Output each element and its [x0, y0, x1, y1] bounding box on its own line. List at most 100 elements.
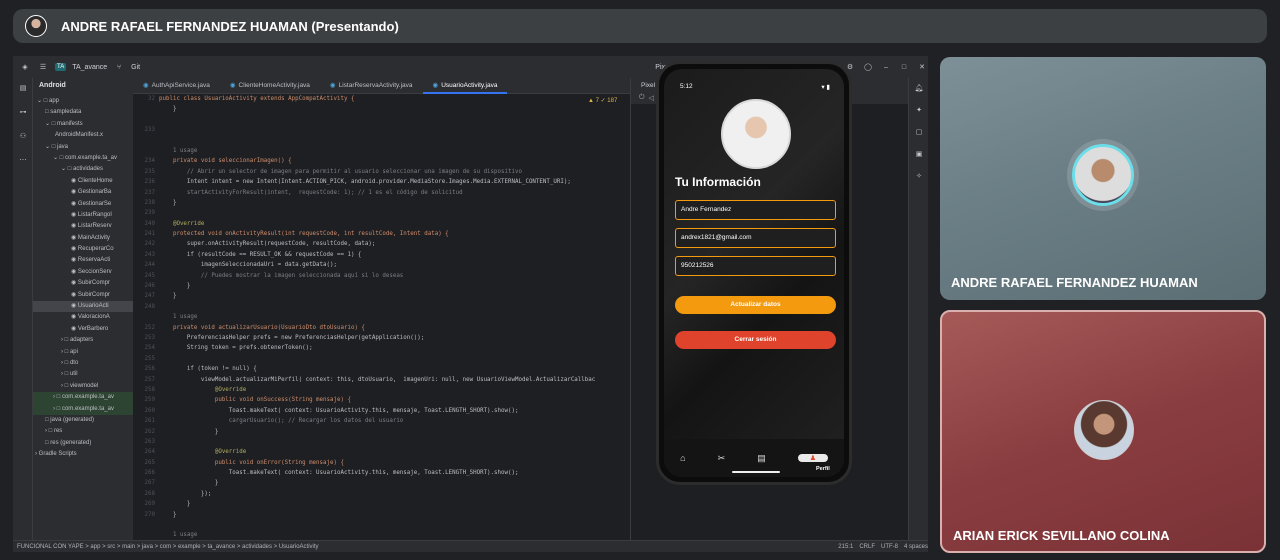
line-number: 241	[144, 231, 155, 238]
file-encoding[interactable]: UTF-8	[881, 544, 898, 550]
battery-icon: ▾ ▮	[821, 84, 830, 91]
tree-item[interactable]: ⌄ □ app	[33, 96, 133, 107]
code-line: 269 }	[133, 499, 630, 509]
code-text: @Override	[159, 386, 247, 393]
line-number	[133, 530, 159, 540]
main-menu-icon[interactable]: ☰	[37, 61, 49, 73]
line-number: 260	[144, 407, 155, 414]
code-line: 242 super.onActivityResult(requestCode, …	[133, 239, 630, 249]
code-text: private void actualizarUsuario(UsuarioDt…	[159, 324, 365, 331]
maximize-icon[interactable]: □	[898, 61, 910, 73]
more-tools-icon[interactable]: ⋯	[17, 154, 29, 166]
project-tool-icon[interactable]: ▤	[17, 82, 29, 94]
tree-item[interactable]: › □ adapters	[33, 335, 133, 346]
tree-item[interactable]: ⌄ □ actividades	[33, 164, 133, 175]
android-icon[interactable]: ◈	[19, 61, 31, 73]
code-text: }	[159, 199, 177, 206]
code-text: if (token != null) {	[159, 366, 257, 373]
tree-item[interactable]: ◉ ListarRangoI	[33, 210, 133, 221]
commit-icon[interactable]: ⊶	[17, 106, 29, 118]
tree-item[interactable]: › □ viewmodel	[33, 381, 133, 392]
assistant-icon[interactable]: ✧	[913, 170, 925, 182]
presenter-title: ANDRE RAFAEL FERNANDEZ HUAMAN (Presentan…	[61, 18, 399, 34]
tree-item[interactable]: › □ api	[33, 347, 133, 358]
participant-tile[interactable]: ARIAN ERICK SEVILLANO COLINA	[940, 310, 1266, 553]
device-manager-icon[interactable]: ▢	[913, 126, 925, 138]
tree-item[interactable]: □ sampledata	[33, 107, 133, 118]
nav-home-icon[interactable]: ⌂	[680, 453, 685, 463]
volume-up-icon[interactable]: ◁	[649, 94, 654, 102]
code-line: 243 if (resultCode == RESULT_OK && reque…	[133, 250, 630, 260]
tree-item[interactable]: › Gradle Scripts	[33, 449, 133, 460]
tree-item[interactable]: ◉ SubirCompr	[33, 278, 133, 289]
breadcrumb[interactable]: FUNCIONAL CON YAPE > app > src > main > …	[17, 544, 319, 550]
code-line: 265 public void onError(String mensaje) …	[133, 458, 630, 468]
line-separator[interactable]: CRLF	[859, 544, 875, 550]
tree-item[interactable]: ◉ GestionarSe	[33, 199, 133, 210]
tree-item[interactable]: ⌄ □ com.example.ta_av	[33, 153, 133, 164]
account-icon[interactable]: ◯	[862, 61, 874, 73]
structure-icon[interactable]: ⚇	[17, 130, 29, 142]
tree-item[interactable]: › □ util	[33, 369, 133, 380]
tree-item[interactable]: ◉ UsuarioActi	[33, 301, 133, 313]
update-button[interactable]: Actualizar datos	[675, 296, 836, 314]
code-line: 248	[133, 302, 630, 312]
profile-photo[interactable]	[721, 99, 791, 169]
tree-item[interactable]: AndroidManifest.x	[33, 130, 133, 141]
gemini-icon[interactable]: ✦	[913, 104, 925, 116]
participant-tile[interactable]: ANDRE RAFAEL FERNANDEZ HUAMAN	[940, 57, 1266, 300]
logout-button[interactable]: Cerrar sesión	[675, 331, 836, 349]
nav-profile-icon[interactable]: ♟	[797, 454, 828, 462]
line-number	[133, 520, 159, 530]
code-line: 263	[133, 437, 630, 447]
tree-item[interactable]: ◉ GestionarBa	[33, 187, 133, 198]
nav-profile-label[interactable]: Perfil	[816, 466, 830, 472]
tree-item[interactable]: ⌄ □ manifests	[33, 119, 133, 130]
tree-item[interactable]: › □ res	[33, 426, 133, 437]
editor-tab[interactable]: ◉ ListarReservaActivity.java	[320, 78, 423, 94]
cursor-position[interactable]: 215:1	[838, 544, 853, 550]
code-editor[interactable]: 32 public class UsuarioActivity extends A…	[133, 94, 630, 540]
tree-item[interactable]: □ res (generated)	[33, 438, 133, 449]
tree-item[interactable]: ◉ SubirCompr	[33, 290, 133, 301]
vcs-widget[interactable]: Git	[131, 64, 140, 71]
code-line: 261 cargarUsuario(); // Recargar los dat…	[133, 416, 630, 426]
tree-item[interactable]: ⌄ □ java	[33, 142, 133, 153]
tree-item[interactable]: ◉ ClienteHome	[33, 176, 133, 187]
line-number: 238	[144, 199, 155, 206]
power-icon[interactable]: ⏻	[639, 94, 645, 102]
tree-item[interactable]: › □ dto	[33, 358, 133, 369]
close-icon[interactable]: ✕	[916, 61, 928, 73]
tree-item[interactable]: ◉ ValoracionA	[33, 312, 133, 323]
nav-bookings-icon[interactable]: ▤	[757, 453, 766, 464]
notifications-icon[interactable]: 🔔︎	[913, 82, 925, 94]
tree-item[interactable]: › □ com.example.ta_av	[33, 403, 133, 415]
code-line: 239	[133, 208, 630, 218]
project-name[interactable]: TA_avance	[72, 64, 107, 71]
name-field[interactable]: Andre Fernandez	[675, 200, 836, 220]
tree-item[interactable]: › □ com.example.ta_av	[33, 392, 133, 404]
nav-services-icon[interactable]: ✂	[718, 453, 726, 464]
tree-item[interactable]: ◉ RecuperarCo	[33, 244, 133, 255]
project-view-label[interactable]: Android	[33, 82, 133, 96]
tree-item[interactable]: □ java (generated)	[33, 415, 133, 426]
phone-field[interactable]: 950212526	[675, 256, 836, 276]
line-number: 270	[144, 511, 155, 518]
indent-setting[interactable]: 4 spaces	[904, 544, 928, 550]
editor-tab-label: AuthApiService.java	[151, 81, 210, 89]
code-line: 1 usage	[133, 146, 630, 156]
inspection-summary[interactable]: ▲ 7 ✓ 187	[588, 97, 617, 104]
tree-item[interactable]: ◉ VerBarbero	[33, 324, 133, 335]
running-devices-icon[interactable]: ▣	[913, 148, 925, 160]
email-field[interactable]: andrex1821@gmail.com	[675, 228, 836, 248]
tree-item[interactable]: ◉ ListarReserv	[33, 221, 133, 232]
tree-item[interactable]: ◉ ReservaActi	[33, 255, 133, 266]
minimize-icon[interactable]: –	[880, 61, 892, 73]
editor-tab[interactable]: ◉ UsuarioActivity.java	[422, 78, 508, 94]
tree-item[interactable]: ◉ MainActivity	[33, 233, 133, 244]
editor-tab[interactable]: ◉ AuthApiService.java	[133, 78, 220, 94]
editor-tab[interactable]: ◉ ClienteHomeActivity.java	[220, 78, 320, 94]
line-number	[133, 146, 159, 156]
tree-item[interactable]: ◉ SeccionServ	[33, 267, 133, 278]
branch-icon: ⑂	[117, 63, 122, 71]
